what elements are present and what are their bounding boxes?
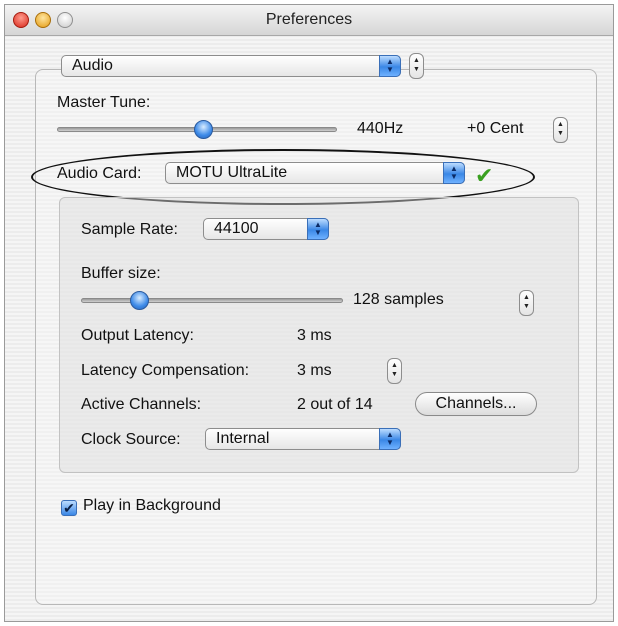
- popup-arrows-icon: ▲ ▼: [379, 55, 401, 77]
- sample-rate-value: 44100: [214, 220, 259, 237]
- checkbox-check-icon: ✔: [63, 500, 75, 516]
- popup-arrows-icon: ▲ ▼: [307, 218, 329, 240]
- master-tune-slider-knob[interactable]: [193, 120, 213, 139]
- play-in-background-checkbox[interactable]: ✔: [61, 500, 77, 516]
- preferences-window: Preferences Audio ▲ ▼ ▲ ▼ Master Tune: 440…: [4, 4, 614, 622]
- output-latency-value: 3 ms: [297, 327, 332, 344]
- clock-source-label: Clock Source:: [81, 431, 181, 448]
- clock-source-value: Internal: [216, 430, 270, 447]
- window-title: Preferences: [265, 11, 353, 28]
- buffer-size-stepper[interactable]: ▲ ▼: [519, 290, 534, 316]
- audio-card-value: MOTU UltraLite: [176, 164, 288, 181]
- buffer-size-value: 128 samples: [353, 291, 444, 308]
- title-bar[interactable]: Preferences: [5, 5, 613, 36]
- sample-rate-popup[interactable]: 44100 ▲ ▼: [203, 218, 329, 240]
- popup-arrows-icon: ▲ ▼: [443, 162, 465, 184]
- audio-card-popup[interactable]: MOTU UltraLite ▲ ▼: [165, 162, 465, 184]
- master-tune-frequency: 440Hz: [357, 120, 404, 137]
- active-channels-value: 2 out of 14: [297, 396, 373, 413]
- latency-compensation-label: Latency Compensation:: [81, 362, 250, 379]
- audio-card-label: Audio Card:: [57, 165, 142, 182]
- active-channels-label: Active Channels:: [81, 396, 202, 413]
- play-in-background-label: Play in Background: [83, 497, 221, 514]
- section-popup[interactable]: Audio ▲ ▼: [61, 55, 401, 77]
- section-stepper[interactable]: ▲ ▼: [409, 53, 424, 79]
- output-latency-label: Output Latency:: [81, 327, 194, 344]
- checkmark-icon: ✔: [475, 163, 494, 188]
- latency-compensation-value: 3 ms: [297, 362, 332, 379]
- sample-rate-label: Sample Rate:: [81, 221, 178, 238]
- section-popup-value: Audio: [72, 57, 113, 74]
- popup-arrows-icon: ▲ ▼: [379, 428, 401, 450]
- cent-stepper[interactable]: ▲ ▼: [553, 117, 568, 143]
- buffer-size-label: Buffer size:: [81, 265, 161, 282]
- master-tune-cent: +0 Cent: [467, 120, 524, 137]
- master-tune-label: Master Tune:: [57, 94, 151, 111]
- latency-compensation-stepper[interactable]: ▲ ▼: [387, 358, 402, 384]
- clock-source-popup[interactable]: Internal ▲ ▼: [205, 428, 401, 450]
- buffer-size-slider-knob[interactable]: [129, 291, 149, 310]
- buffer-size-slider-track[interactable]: [81, 298, 343, 303]
- channels-button[interactable]: Channels...: [415, 392, 537, 416]
